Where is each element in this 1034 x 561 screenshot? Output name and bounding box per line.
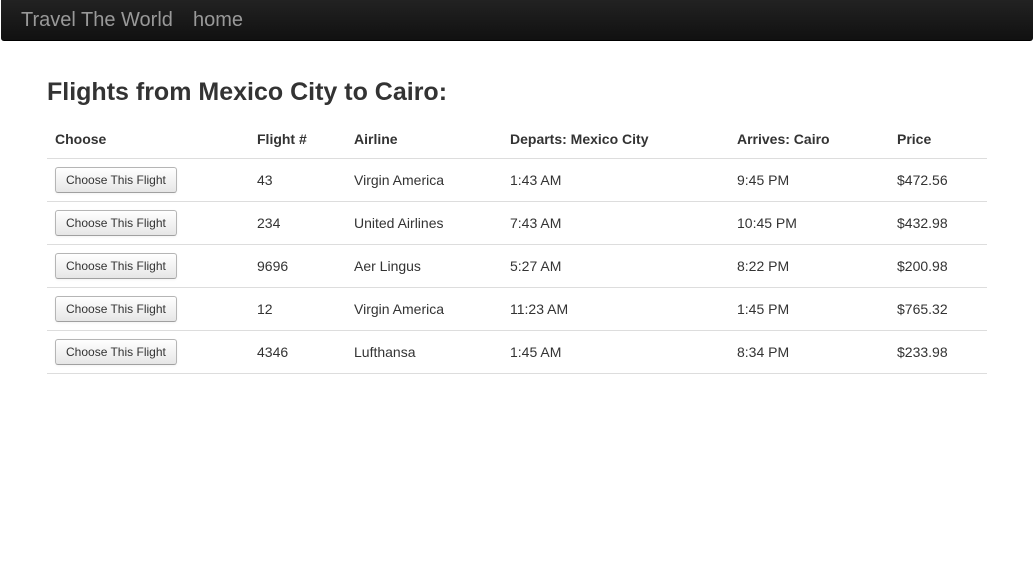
- flight-number-cell: 12: [249, 287, 346, 331]
- price-cell: $765.32: [889, 287, 987, 331]
- flight-number-cell: 9696: [249, 244, 346, 288]
- departs-cell: 1:45 AM: [502, 330, 729, 374]
- arrives-cell: 8:34 PM: [729, 330, 889, 374]
- choose-flight-button[interactable]: Choose This Flight: [55, 295, 177, 322]
- page-title: Flights from Mexico City to Cairo:: [47, 78, 448, 106]
- choose-flight-button[interactable]: Choose This Flight: [55, 166, 177, 193]
- choose-cell: Choose This Flight: [47, 287, 249, 331]
- brand-link[interactable]: Travel The World: [21, 9, 173, 31]
- departs-cell: 5:27 AM: [502, 244, 729, 288]
- price-cell: $233.98: [889, 330, 987, 374]
- arrives-cell: 1:45 PM: [729, 287, 889, 331]
- choose-flight-button[interactable]: Choose This Flight: [55, 338, 177, 365]
- table-row: Choose This Flight 9696 Aer Lingus 5:27 …: [47, 244, 987, 288]
- table-row: Choose This Flight 234 United Airlines 7…: [47, 201, 987, 245]
- choose-cell: Choose This Flight: [47, 330, 249, 374]
- flight-number-cell: 234: [249, 201, 346, 245]
- flight-number-cell: 43: [249, 158, 346, 202]
- header-airline: Airline: [346, 120, 502, 159]
- header-choose: Choose: [47, 120, 249, 159]
- arrives-cell: 10:45 PM: [729, 201, 889, 245]
- airline-cell: Lufthansa: [346, 330, 502, 374]
- choose-flight-button[interactable]: Choose This Flight: [55, 209, 177, 236]
- flights-table: Choose Flight # Airline Departs: Mexico …: [47, 120, 987, 374]
- table-row: Choose This Flight 12 Virgin America 11:…: [47, 287, 987, 331]
- header-price: Price: [889, 120, 987, 159]
- table-row: Choose This Flight 4346 Lufthansa 1:45 A…: [47, 330, 987, 374]
- flight-number-cell: 4346: [249, 330, 346, 374]
- choose-flight-button[interactable]: Choose This Flight: [55, 252, 177, 279]
- arrives-cell: 8:22 PM: [729, 244, 889, 288]
- table-row: Choose This Flight 43 Virgin America 1:4…: [47, 158, 987, 202]
- departs-cell: 1:43 AM: [502, 158, 729, 202]
- choose-cell: Choose This Flight: [47, 244, 249, 288]
- price-cell: $200.98: [889, 244, 987, 288]
- choose-cell: Choose This Flight: [47, 201, 249, 245]
- header-departs: Departs: Mexico City: [502, 120, 729, 159]
- airline-cell: Virgin America: [346, 287, 502, 331]
- price-cell: $472.56: [889, 158, 987, 202]
- home-link[interactable]: home: [193, 9, 243, 31]
- table-header-row: Choose Flight # Airline Departs: Mexico …: [47, 120, 987, 159]
- airline-cell: United Airlines: [346, 201, 502, 245]
- departs-cell: 11:23 AM: [502, 287, 729, 331]
- header-arrives: Arrives: Cairo: [729, 120, 889, 159]
- arrives-cell: 9:45 PM: [729, 158, 889, 202]
- price-cell: $432.98: [889, 201, 987, 245]
- airline-cell: Aer Lingus: [346, 244, 502, 288]
- airline-cell: Virgin America: [346, 158, 502, 202]
- choose-cell: Choose This Flight: [47, 158, 249, 202]
- header-flight-number: Flight #: [249, 120, 346, 159]
- departs-cell: 7:43 AM: [502, 201, 729, 245]
- top-navbar: Travel The World home: [1, 0, 1033, 41]
